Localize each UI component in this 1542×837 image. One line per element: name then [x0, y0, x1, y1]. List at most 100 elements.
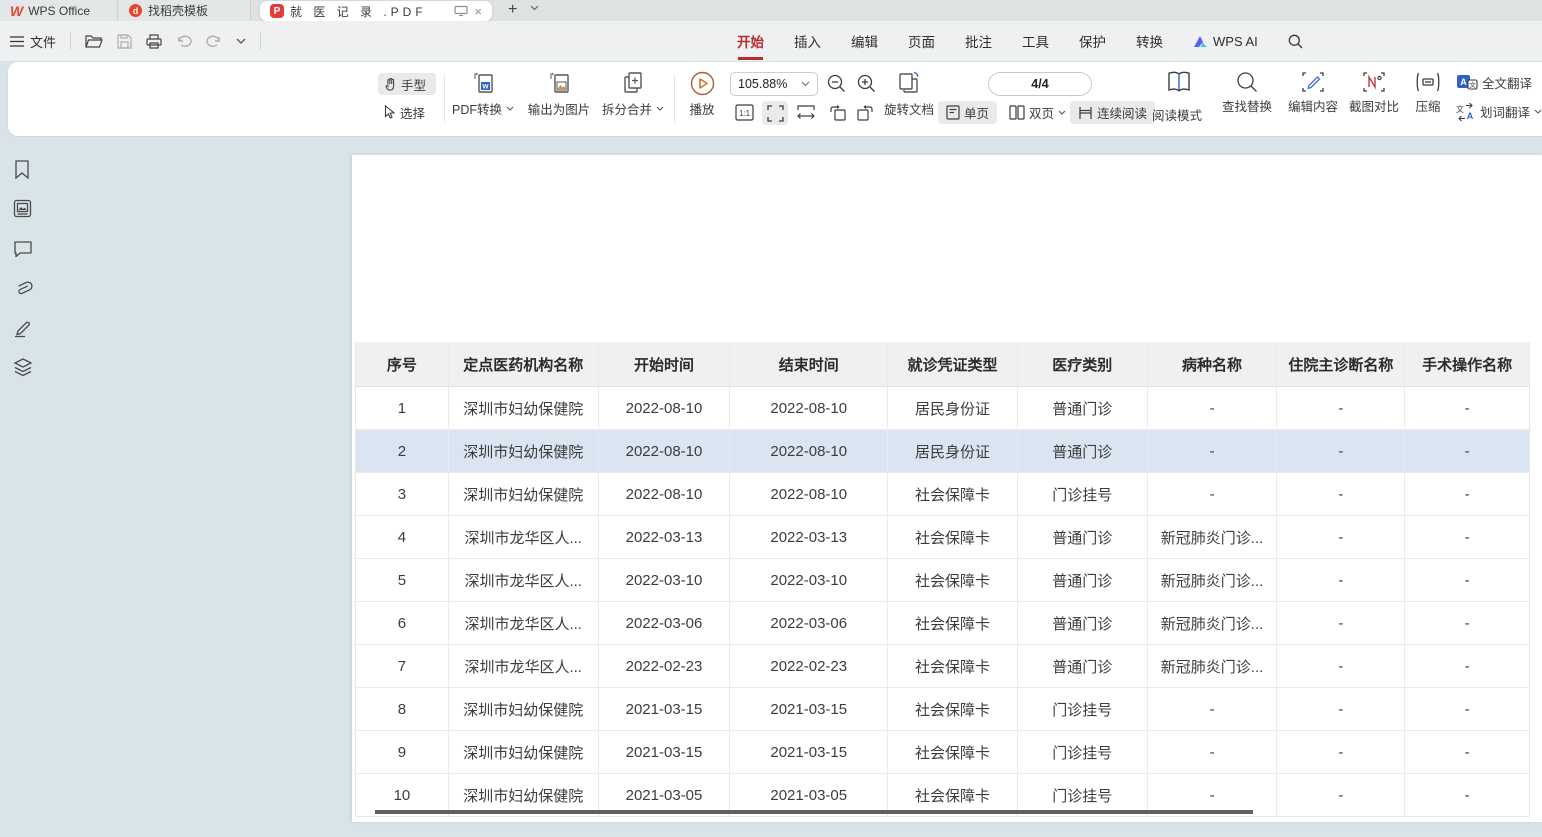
- rotate-right-icon[interactable]: [856, 104, 875, 121]
- table-cell: 3: [356, 473, 449, 516]
- close-tab-icon[interactable]: ×: [474, 4, 482, 19]
- redo-icon[interactable]: [206, 34, 222, 48]
- header-cell: 病种名称: [1148, 342, 1278, 387]
- screenshot-compare-label: 截图对比: [1349, 96, 1399, 115]
- compress-button[interactable]: 压缩: [1407, 71, 1449, 115]
- zoom-out-icon[interactable]: [827, 74, 846, 93]
- table-cell: 社会保障卡: [888, 645, 1018, 688]
- undo-icon[interactable]: [176, 34, 192, 48]
- fit-page-button[interactable]: [762, 101, 788, 125]
- split-merge-button[interactable]: 拆分合并: [597, 70, 669, 118]
- tab-edit[interactable]: 编辑: [851, 31, 878, 51]
- edit-content-icon: [1301, 71, 1325, 93]
- table-row: 4深圳市龙华区人...2022-03-132022-03-13社会保障卡普通门诊…: [356, 516, 1529, 559]
- tab-home[interactable]: 开始: [737, 31, 764, 51]
- chevron-down-icon: [506, 106, 514, 111]
- tab-wps-office[interactable]: W WPS Office: [0, 0, 118, 21]
- table-cell: 2022-03-13: [730, 516, 888, 559]
- header-cell: 手术操作名称: [1405, 342, 1529, 387]
- table-cell: 居民身份证: [888, 430, 1018, 473]
- layers-panel-icon[interactable]: [13, 357, 33, 377]
- header-cell: 定点医药机构名称: [449, 342, 599, 387]
- attachment-panel-icon[interactable]: [13, 279, 33, 299]
- table-cell: 2022-08-10: [730, 387, 888, 430]
- continuous-read-button[interactable]: 连续阅读: [1070, 101, 1155, 124]
- save-icon[interactable]: [117, 34, 132, 49]
- table-cell: 普通门诊: [1018, 387, 1148, 430]
- tab-convert[interactable]: 转换: [1136, 31, 1163, 51]
- pdf-page-canvas[interactable]: 序号定点医药机构名称开始时间结束时间就诊凭证类型医疗类别病种名称住院主诊断名称手…: [352, 155, 1542, 822]
- tab-tools[interactable]: 工具: [1022, 31, 1049, 51]
- double-page-button[interactable]: 双页: [1003, 101, 1072, 124]
- continuous-read-label: 连续阅读: [1097, 103, 1147, 122]
- file-menu-button[interactable]: 文件: [10, 32, 56, 51]
- hand-tool-label: 手型: [401, 75, 426, 94]
- search-icon[interactable]: [1288, 34, 1303, 49]
- table-cell: -: [1405, 688, 1529, 731]
- monitor-icon[interactable]: [454, 5, 468, 17]
- compress-icon: [1415, 71, 1441, 93]
- thumbnail-panel-icon[interactable]: [13, 199, 32, 218]
- wps-ai-button[interactable]: WPS AI: [1193, 34, 1258, 49]
- hand-tool-button[interactable]: 手型: [378, 73, 436, 95]
- page-indicator-input[interactable]: 4/4: [988, 72, 1092, 96]
- table-row: 9深圳市妇幼保健院2021-03-152021-03-15社会保障卡门诊挂号--…: [356, 731, 1529, 774]
- table-cell: -: [1277, 774, 1405, 817]
- double-page-icon: [1009, 105, 1025, 120]
- edit-content-button[interactable]: 编辑内容: [1282, 71, 1344, 115]
- rotate-document-icon: [896, 70, 922, 96]
- comment-panel-icon[interactable]: [13, 240, 33, 258]
- quick-access-chevron-icon[interactable]: [236, 38, 246, 44]
- read-mode-label[interactable]: 阅读模式: [1152, 105, 1202, 124]
- table-cell: -: [1277, 516, 1405, 559]
- table-cell: 深圳市妇幼保健院: [449, 731, 599, 774]
- actual-size-icon[interactable]: 1:1: [735, 104, 754, 121]
- read-mode-book-icon[interactable]: [1166, 70, 1192, 94]
- screenshot-compare-button[interactable]: 截图对比: [1344, 71, 1404, 115]
- chevron-down-icon: [1534, 109, 1542, 114]
- table-cell: 普通门诊: [1018, 516, 1148, 559]
- print-icon[interactable]: [146, 34, 162, 49]
- header-cell: 结束时间: [730, 342, 888, 387]
- tab-document-active[interactable]: P 就 医 记 录 .PDF ×: [260, 1, 492, 21]
- find-replace-button[interactable]: 查找替换: [1216, 71, 1278, 115]
- table-row: 2深圳市妇幼保健院2022-08-102022-08-10居民身份证普通门诊--…: [356, 430, 1529, 473]
- table-cell: 新冠肺炎门诊...: [1148, 602, 1278, 645]
- signature-panel-icon[interactable]: [13, 318, 33, 338]
- bookmark-panel-icon[interactable]: [13, 160, 31, 180]
- table-cell: -: [1148, 473, 1278, 516]
- table-cell: -: [1405, 774, 1529, 817]
- table-cell: 门诊挂号: [1018, 473, 1148, 516]
- fit-width-icon[interactable]: [796, 104, 816, 121]
- word-translate-button[interactable]: 文 A 划词翻译: [1456, 102, 1542, 121]
- pdf-convert-label: PDF转换: [452, 99, 502, 118]
- svg-text:文: 文: [1456, 104, 1464, 114]
- tab-page[interactable]: 页面: [908, 31, 935, 51]
- continuous-read-icon: [1078, 106, 1093, 120]
- full-translate-button[interactable]: A 文 全文翻译: [1456, 73, 1532, 92]
- tab-list-chevron-icon[interactable]: [530, 5, 539, 11]
- zoom-level-select[interactable]: 105.88%: [730, 72, 818, 96]
- tab-comment[interactable]: 批注: [965, 31, 992, 51]
- pdf-convert-icon: W: [470, 70, 496, 96]
- new-tab-icon[interactable]: +: [508, 1, 517, 19]
- file-menu-label: 文件: [30, 32, 56, 51]
- rotate-document-button[interactable]: 旋转文档: [872, 70, 946, 118]
- table-cell: 新冠肺炎门诊...: [1148, 645, 1278, 688]
- tab-protect[interactable]: 保护: [1079, 31, 1106, 51]
- pdf-convert-button[interactable]: W PDF转换: [445, 70, 521, 118]
- export-image-button[interactable]: 输出为图片: [521, 70, 597, 118]
- tab-docer-templates[interactable]: d 找稻壳模板: [119, 0, 251, 21]
- table-row: 5深圳市龙华区人...2022-03-102022-03-10社会保障卡普通门诊…: [356, 559, 1529, 602]
- open-file-icon[interactable]: [85, 34, 103, 49]
- tab-insert[interactable]: 插入: [794, 31, 821, 51]
- header-cell: 医疗类别: [1018, 342, 1148, 387]
- rotate-left-icon[interactable]: [828, 104, 847, 121]
- table-cell: 社会保障卡: [888, 473, 1018, 516]
- tab-label: 找稻壳模板: [148, 2, 208, 19]
- single-page-button[interactable]: 单页: [938, 101, 997, 124]
- header-cell: 序号: [356, 342, 449, 387]
- play-button[interactable]: 播放: [680, 71, 724, 118]
- select-tool-button[interactable]: 选择: [378, 101, 436, 123]
- table-cell: 2022-03-06: [730, 602, 888, 645]
